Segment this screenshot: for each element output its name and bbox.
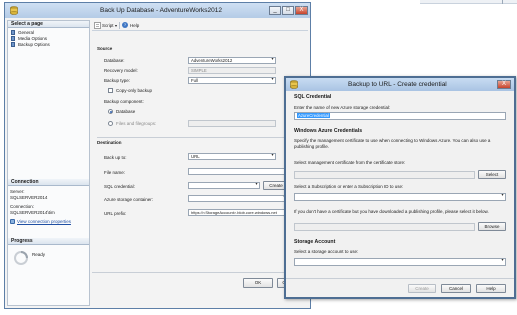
script-icon (94, 22, 101, 29)
dialog-cancel-button[interactable]: Cancel (441, 284, 471, 293)
chevron-down-icon[interactable]: ▾ (115, 23, 117, 28)
server-label: Server: (10, 189, 25, 194)
properties-icon (10, 219, 15, 224)
close-button[interactable]: X (295, 6, 308, 15)
backup-type-label: Backup type: (104, 78, 131, 83)
credential-name-instruction: Enter the name of new Azure storage cred… (294, 105, 391, 110)
title-bar: Back Up Database - AdventureWorks2012 _ … (5, 3, 310, 18)
database-icon (290, 80, 298, 89)
publishing-profile-field (294, 223, 475, 231)
destination-header: Destination (97, 140, 122, 145)
toolbar-divider (119, 22, 120, 29)
help-button[interactable]: Help (130, 23, 139, 28)
view-connection-properties-link[interactable]: View connection properties (17, 219, 71, 224)
footer-divider (92, 272, 308, 273)
certificate-field (294, 171, 475, 179)
destination-divider (97, 137, 287, 138)
recovery-model-value: SIMPLE (188, 67, 276, 74)
page-item-label: Backup Options (18, 42, 50, 47)
progress-header: Progress (8, 238, 89, 245)
connection-label: Connection: (10, 204, 35, 209)
files-radio[interactable] (108, 121, 113, 126)
recovery-model-label: Recovery model: (104, 68, 138, 73)
browse-button[interactable]: Browse (478, 222, 506, 231)
database-radio-label: Database (116, 109, 136, 114)
file-name-label: File name: (104, 170, 126, 175)
server-value: SQLSERVER2014 (10, 195, 48, 200)
azure-container-select[interactable] (188, 195, 288, 202)
azure-container-label: Azure storage container: (104, 197, 154, 202)
storage-account-select[interactable] (294, 258, 506, 266)
backup-to-label: Back up to: (104, 155, 127, 160)
left-pane: Select a page General Media Options Back… (7, 20, 90, 306)
credential-name-input[interactable]: AzureCredential (294, 112, 506, 120)
url-prefix-label: URL prefix: (104, 211, 127, 216)
url-prefix-input[interactable]: https://<StorageAccount>.blob.core.windo… (188, 209, 288, 216)
page-item-label: General (18, 30, 35, 35)
window-title: Back Up Database - AdventureWorks2012 (100, 7, 223, 14)
subscription-label: Select a Subscription or enter a Subscri… (294, 184, 404, 189)
files-radio-label: Files and filegroups: (116, 121, 157, 126)
copy-only-label: Copy-only backup (116, 88, 153, 93)
create-button[interactable]: Create (408, 284, 436, 293)
database-select[interactable]: AdventureWorks2012 (188, 57, 276, 64)
connection-value: SQLSERVER2014\tim (10, 210, 55, 215)
azure-credentials-header: Windows Azure Credentials (294, 128, 363, 134)
backup-component-label: Backup component: (104, 99, 144, 104)
copy-only-checkbox[interactable] (108, 88, 113, 93)
progress-spinner-icon (14, 251, 28, 265)
minimize-button[interactable]: _ (269, 6, 281, 15)
files-field (188, 120, 276, 127)
dialog-help-button[interactable]: Help (476, 284, 506, 293)
maximize-button[interactable]: □ (282, 6, 294, 15)
credential-name-value: AzureCredential (297, 113, 330, 118)
database-label: Database: (104, 58, 125, 63)
storage-account-label: Select a storage account to use: (294, 249, 359, 254)
azure-description-line1: Specify the management certificate to us… (294, 138, 491, 143)
background-window-divider (502, 0, 503, 4)
database-radio[interactable] (108, 109, 113, 114)
backup-database-window: Back Up Database - AdventureWorks2012 _ … (4, 2, 311, 309)
dialog-title-bar: Backup to URL - Create credential X (286, 78, 514, 91)
database-icon (10, 6, 18, 15)
script-button[interactable]: Script (102, 23, 114, 28)
dialog-footer-divider (286, 278, 514, 279)
page-icon (11, 42, 15, 47)
azure-description-line2: publishing profile. (294, 144, 330, 149)
create-credential-dialog: Backup to URL - Create credential X SQL … (284, 76, 516, 299)
sql-credential-label: SQL credential: (104, 184, 135, 189)
storage-account-header: Storage Account (294, 239, 336, 245)
help-icon: ? (122, 22, 128, 28)
backup-type-select[interactable]: Full (188, 77, 276, 84)
subscription-select[interactable] (294, 193, 506, 201)
connection-header: Connection (8, 179, 89, 186)
publishing-profile-label: If you don't have a certificate but you … (294, 209, 489, 214)
sql-credential-header: SQL Credential (294, 94, 332, 100)
backup-to-select[interactable]: URL (188, 153, 276, 160)
certificate-label: Select management certificate from the c… (294, 160, 406, 165)
progress-status: Ready (32, 252, 46, 257)
select-certificate-button[interactable]: Select (478, 170, 506, 179)
source-header: Source (97, 46, 113, 51)
toolbar: Script ▾ ? Help (92, 20, 308, 31)
page-item-label: Media Options (18, 36, 48, 41)
page-icon (11, 36, 15, 41)
sql-credential-select[interactable] (188, 182, 260, 189)
page-icon (11, 30, 15, 35)
file-name-input[interactable] (188, 168, 288, 175)
ok-button[interactable]: OK (243, 278, 273, 288)
dialog-title: Backup to URL - Create credential (348, 81, 447, 88)
select-page-header: Select a page (8, 21, 89, 28)
dialog-close-button[interactable]: X (497, 80, 511, 89)
